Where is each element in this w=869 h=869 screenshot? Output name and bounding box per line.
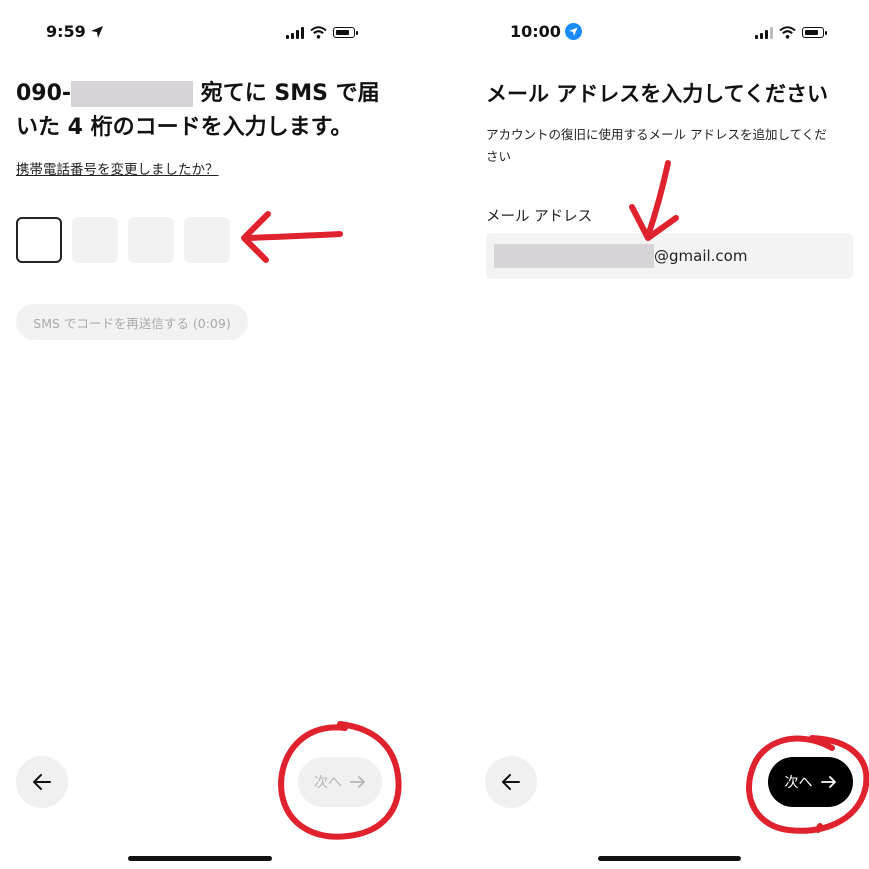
annotation-circle-right-tail	[815, 823, 823, 833]
annotation-circle-left	[278, 721, 402, 840]
annotation-circle-right	[746, 735, 869, 834]
annotation-arrow-down	[629, 160, 679, 241]
annotation-arrow-left	[241, 211, 343, 263]
annotation-overlay	[241, 160, 869, 840]
